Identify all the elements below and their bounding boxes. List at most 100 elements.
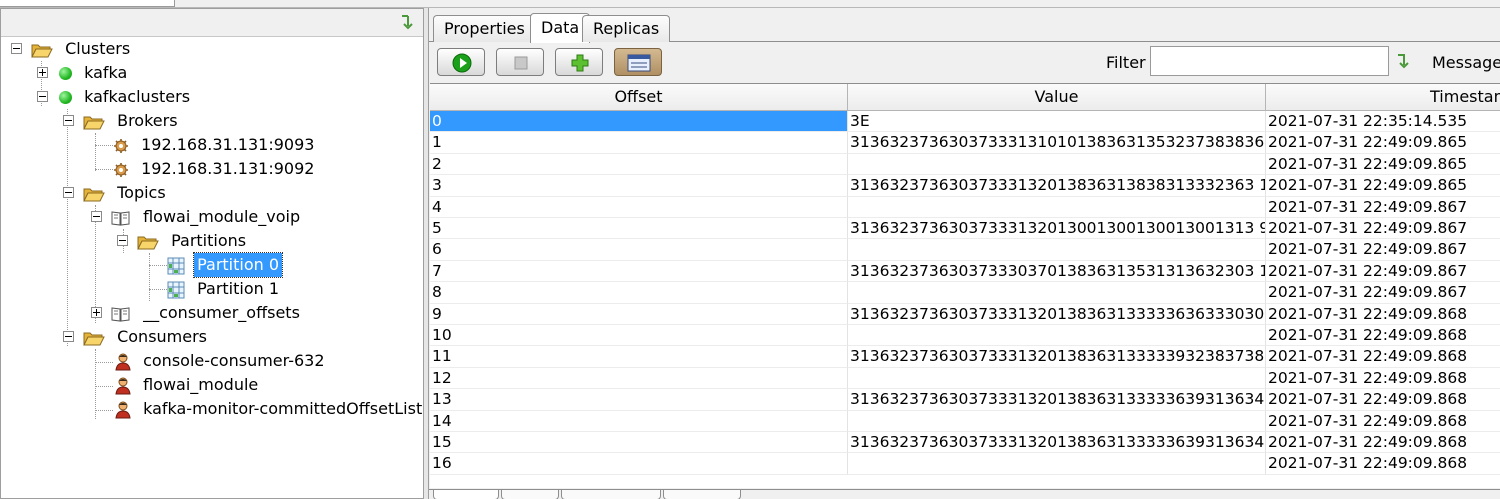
table-row[interactable]: 4 2021-07-31 22:49:09.867: [430, 196, 1500, 218]
cell-offset[interactable]: 6: [430, 239, 848, 261]
cell-timestamp[interactable]: 2021-07-31 22:49:09.868: [1266, 325, 1500, 347]
tree-node-brokers[interactable]: Brokers: [63, 109, 181, 133]
cell-value[interactable]: 3136323736303733313201383631333336393136…: [848, 389, 1266, 411]
bottom-tab[interactable]: [501, 490, 559, 499]
table-row[interactable]: 14 2021-07-31 22:49:09.868: [430, 410, 1500, 432]
table-row[interactable]: 3 313632373630373331320138363138383133323…: [430, 175, 1500, 197]
cell-value[interactable]: 3E: [848, 111, 1266, 133]
cell-timestamp[interactable]: 2021-07-31 22:49:09.865: [1266, 175, 1500, 197]
cell-value[interactable]: 3136323736303733303701383631353131363230…: [848, 260, 1266, 283]
cell-value[interactable]: 3136323736303733313201300130013001300131…: [848, 218, 1266, 240]
tree-node-consumer[interactable]: console-consumer-632: [115, 349, 328, 373]
tree-node-clusters[interactable]: Clusters: [11, 37, 133, 61]
bottom-tab[interactable]: [663, 490, 741, 499]
cell-value[interactable]: [848, 367, 1266, 390]
collapse-toggle[interactable]: [63, 331, 74, 342]
tree-node-topics[interactable]: Topics: [63, 181, 169, 205]
table-row[interactable]: 12 2021-07-31 22:49:09.868: [430, 367, 1500, 390]
tree-node-cluster-kafka[interactable]: kafka: [37, 61, 130, 85]
expand-toggle[interactable]: [91, 307, 102, 318]
table-row[interactable]: 11 31363237363037333132013836313333393238…: [430, 346, 1500, 368]
tree-node-partition-1[interactable]: Partition 1: [167, 277, 282, 301]
collapse-toggle[interactable]: [37, 91, 48, 102]
cell-timestamp[interactable]: 2021-07-31 22:49:09.868: [1266, 411, 1500, 432]
cell-offset[interactable]: 16: [430, 453, 848, 475]
cell-value[interactable]: 3136323736303733313201383631333336393136…: [848, 432, 1266, 454]
collapse-toggle[interactable]: [117, 235, 128, 246]
cell-offset[interactable]: 13: [430, 389, 848, 411]
cell-value[interactable]: [848, 282, 1266, 304]
cell-offset[interactable]: 8: [430, 282, 848, 304]
cell-value[interactable]: [848, 239, 1266, 261]
cell-value[interactable]: 3136323736303733313201383631383831333236…: [848, 175, 1266, 197]
cell-timestamp[interactable]: 2021-07-31 22:49:09.867: [1266, 282, 1500, 304]
apply-filter-arrow-icon[interactable]: [1395, 52, 1413, 70]
table-row[interactable]: 13 31363237363037333132013836313333363931…: [430, 389, 1500, 411]
run-button[interactable]: [437, 48, 485, 76]
cell-offset[interactable]: 2: [430, 153, 848, 176]
column-header-timestamp[interactable]: Timestamp: [1266, 84, 1500, 111]
cell-timestamp[interactable]: 2021-07-31 22:49:09.867: [1266, 197, 1500, 218]
collapse-toggle[interactable]: [91, 211, 102, 222]
table-row[interactable]: 7 313632373630373330370138363135313136323…: [430, 260, 1500, 283]
stop-button[interactable]: [496, 48, 544, 76]
cell-timestamp[interactable]: 2021-07-31 22:49:09.868: [1266, 389, 1500, 411]
cell-value[interactable]: 3136323736303733313101013836313532373838…: [848, 132, 1266, 154]
cell-offset[interactable]: 10: [430, 325, 848, 347]
cell-timestamp[interactable]: 2021-07-31 22:49:09.868: [1266, 346, 1500, 368]
bottom-tab[interactable]: [561, 490, 661, 499]
cell-value[interactable]: [848, 325, 1266, 347]
cell-offset[interactable]: 15: [430, 432, 848, 454]
cell-offset[interactable]: 1: [430, 132, 848, 154]
cell-value[interactable]: [848, 196, 1266, 218]
cell-timestamp[interactable]: 2021-07-31 22:49:09.865: [1266, 154, 1500, 176]
cell-offset[interactable]: 14: [430, 410, 848, 432]
cell-timestamp[interactable]: 2021-07-31 22:49:09.867: [1266, 239, 1500, 261]
cell-offset[interactable]: 11: [430, 346, 848, 368]
column-header-value[interactable]: Value: [848, 84, 1266, 111]
tree-node-topic-consumer-offsets[interactable]: __consumer_offsets: [91, 301, 303, 325]
tree-node-consumers[interactable]: Consumers: [63, 325, 210, 349]
tree-node-topic[interactable]: flowai_module_voip: [91, 205, 303, 229]
table-row[interactable]: 8 2021-07-31 22:49:09.867: [430, 282, 1500, 304]
table-row[interactable]: 6 2021-07-31 22:49:09.867: [430, 239, 1500, 261]
table-row[interactable]: 10 2021-07-31 22:49:09.868: [430, 325, 1500, 347]
cell-offset[interactable]: 3: [430, 175, 848, 197]
collapse-toggle[interactable]: [63, 115, 74, 126]
add-message-button[interactable]: [555, 48, 603, 76]
tree-node-broker[interactable]: 192.168.31.131:9092: [113, 157, 317, 181]
cell-offset[interactable]: 7: [430, 260, 848, 283]
cell-value[interactable]: 3136323736303733313201383631333339323837…: [848, 346, 1266, 368]
expand-toggle[interactable]: [37, 67, 48, 78]
collapse-toggle[interactable]: [11, 43, 22, 54]
cell-offset[interactable]: 0: [430, 111, 848, 133]
cell-timestamp[interactable]: 2021-07-31 22:35:14.535: [1266, 111, 1500, 133]
table-row[interactable]: 5 313632373630373331320130013001300130013…: [430, 218, 1500, 240]
cell-timestamp[interactable]: 2021-07-31 22:49:09.867: [1266, 261, 1500, 283]
tree-node-consumer[interactable]: flowai_module: [115, 373, 261, 397]
view-toggle-button[interactable]: [614, 48, 662, 76]
table-row[interactable]: 16 2021-07-31 22:49:09.868: [430, 453, 1500, 475]
tree-node-consumer[interactable]: kafka-monitor-committedOffsetListe: [115, 397, 423, 421]
cell-value[interactable]: [848, 410, 1266, 432]
cell-timestamp[interactable]: 2021-07-31 22:49:09.868: [1266, 304, 1500, 325]
cell-timestamp[interactable]: 2021-07-31 22:49:09.868: [1266, 432, 1500, 454]
cell-offset[interactable]: 9: [430, 303, 848, 325]
tree-node-partitions[interactable]: Partitions: [117, 229, 249, 253]
cell-timestamp[interactable]: 2021-07-31 22:49:09.865: [1266, 132, 1500, 154]
cell-offset[interactable]: 4: [430, 196, 848, 218]
refresh-arrow-icon[interactable]: [399, 13, 417, 31]
cell-timestamp[interactable]: 2021-07-31 22:49:09.867: [1266, 218, 1500, 240]
cell-timestamp[interactable]: 2021-07-31 22:49:09.868: [1266, 368, 1500, 390]
table-row[interactable]: 2 2021-07-31 22:49:09.865: [430, 153, 1500, 176]
table-row[interactable]: 1 313632373630373331310101383631353237383…: [430, 132, 1500, 154]
tree-node-broker[interactable]: 192.168.31.131:9093: [113, 133, 317, 157]
table-row[interactable]: 15 31363237363037333132013836313333363931…: [430, 432, 1500, 454]
cell-value[interactable]: [848, 453, 1266, 475]
cell-value[interactable]: [848, 153, 1266, 176]
cell-offset[interactable]: 5: [430, 218, 848, 240]
collapse-toggle[interactable]: [63, 187, 74, 198]
cell-offset[interactable]: 12: [430, 367, 848, 390]
column-header-offset[interactable]: Offset: [430, 84, 848, 111]
window-tab[interactable]: [0, 0, 175, 7]
